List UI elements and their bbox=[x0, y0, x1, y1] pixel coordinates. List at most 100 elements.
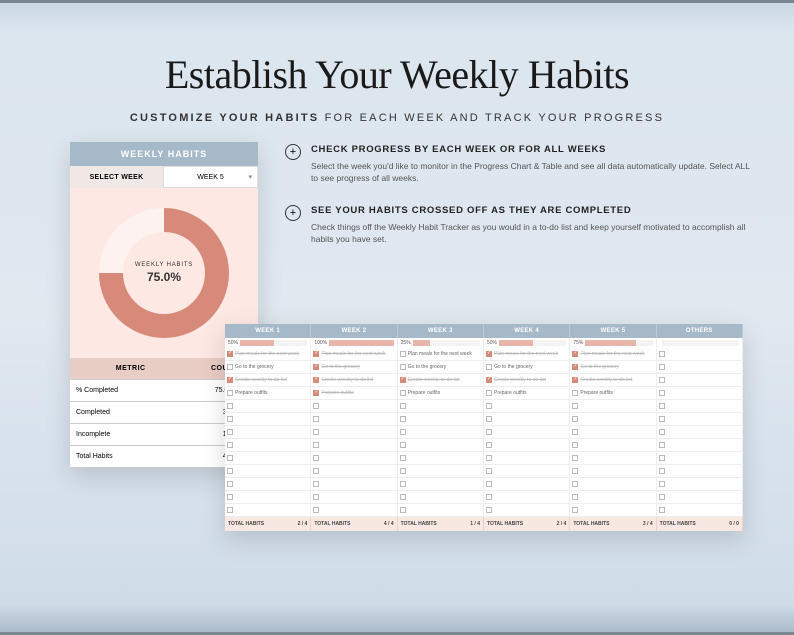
habit-cell[interactable]: Plan meals for the next week bbox=[484, 348, 570, 361]
empty-cell[interactable] bbox=[570, 400, 656, 413]
checkbox-icon[interactable] bbox=[227, 377, 233, 383]
empty-cell[interactable] bbox=[225, 439, 311, 452]
empty-cell[interactable] bbox=[484, 426, 570, 439]
empty-cell[interactable] bbox=[311, 426, 397, 439]
habit-cell[interactable] bbox=[657, 387, 743, 400]
empty-cell[interactable] bbox=[225, 400, 311, 413]
checkbox-icon[interactable] bbox=[486, 468, 492, 474]
habit-cell[interactable]: Go to the grocery bbox=[225, 361, 311, 374]
habit-cell[interactable]: Plan meals for the next week bbox=[398, 348, 484, 361]
empty-cell[interactable] bbox=[311, 452, 397, 465]
checkbox-icon[interactable] bbox=[227, 364, 233, 370]
checkbox-icon[interactable] bbox=[400, 351, 406, 357]
empty-cell[interactable] bbox=[225, 491, 311, 504]
checkbox-icon[interactable] bbox=[227, 455, 233, 461]
checkbox-icon[interactable] bbox=[400, 364, 406, 370]
checkbox-icon[interactable] bbox=[313, 364, 319, 370]
empty-cell[interactable] bbox=[398, 400, 484, 413]
checkbox-icon[interactable] bbox=[400, 403, 406, 409]
checkbox-icon[interactable] bbox=[486, 377, 492, 383]
checkbox-icon[interactable] bbox=[313, 468, 319, 474]
checkbox-icon[interactable] bbox=[572, 468, 578, 474]
checkbox-icon[interactable] bbox=[227, 481, 233, 487]
checkbox-icon[interactable] bbox=[486, 364, 492, 370]
checkbox-icon[interactable] bbox=[572, 403, 578, 409]
checkbox-icon[interactable] bbox=[227, 351, 233, 357]
checkbox-icon[interactable] bbox=[227, 494, 233, 500]
empty-cell[interactable] bbox=[570, 478, 656, 491]
habit-cell[interactable]: Go to the grocery bbox=[484, 361, 570, 374]
week-dropdown[interactable]: WEEK 5 bbox=[163, 166, 258, 188]
checkbox-icon[interactable] bbox=[486, 390, 492, 396]
empty-cell[interactable] bbox=[311, 465, 397, 478]
checkbox-icon[interactable] bbox=[659, 468, 665, 474]
empty-cell[interactable] bbox=[311, 478, 397, 491]
checkbox-icon[interactable] bbox=[313, 429, 319, 435]
checkbox-icon[interactable] bbox=[659, 429, 665, 435]
empty-cell[interactable] bbox=[484, 504, 570, 517]
checkbox-icon[interactable] bbox=[313, 481, 319, 487]
checkbox-icon[interactable] bbox=[659, 481, 665, 487]
empty-cell[interactable] bbox=[657, 478, 743, 491]
checkbox-icon[interactable] bbox=[572, 377, 578, 383]
empty-cell[interactable] bbox=[484, 439, 570, 452]
checkbox-icon[interactable] bbox=[227, 390, 233, 396]
empty-cell[interactable] bbox=[484, 465, 570, 478]
habit-cell[interactable]: Create weekly to-do list bbox=[570, 374, 656, 387]
checkbox-icon[interactable] bbox=[313, 377, 319, 383]
empty-cell[interactable] bbox=[570, 452, 656, 465]
habit-cell[interactable]: Plan meals for the next week bbox=[570, 348, 656, 361]
checkbox-icon[interactable] bbox=[486, 455, 492, 461]
empty-cell[interactable] bbox=[570, 465, 656, 478]
empty-cell[interactable] bbox=[398, 452, 484, 465]
empty-cell[interactable] bbox=[311, 400, 397, 413]
empty-cell[interactable] bbox=[484, 491, 570, 504]
empty-cell[interactable] bbox=[225, 413, 311, 426]
checkbox-icon[interactable] bbox=[572, 455, 578, 461]
checkbox-icon[interactable] bbox=[572, 429, 578, 435]
checkbox-icon[interactable] bbox=[572, 416, 578, 422]
checkbox-icon[interactable] bbox=[572, 351, 578, 357]
habit-cell[interactable]: Go to the grocery bbox=[570, 361, 656, 374]
empty-cell[interactable] bbox=[570, 413, 656, 426]
habit-cell[interactable] bbox=[657, 348, 743, 361]
empty-cell[interactable] bbox=[225, 465, 311, 478]
empty-cell[interactable] bbox=[398, 478, 484, 491]
empty-cell[interactable] bbox=[398, 465, 484, 478]
checkbox-icon[interactable] bbox=[486, 429, 492, 435]
checkbox-icon[interactable] bbox=[486, 416, 492, 422]
checkbox-icon[interactable] bbox=[227, 403, 233, 409]
empty-cell[interactable] bbox=[398, 426, 484, 439]
checkbox-icon[interactable] bbox=[572, 507, 578, 513]
empty-cell[interactable] bbox=[398, 439, 484, 452]
habit-cell[interactable]: Go to the grocery bbox=[311, 361, 397, 374]
empty-cell[interactable] bbox=[225, 426, 311, 439]
checkbox-icon[interactable] bbox=[227, 507, 233, 513]
checkbox-icon[interactable] bbox=[400, 429, 406, 435]
checkbox-icon[interactable] bbox=[400, 442, 406, 448]
empty-cell[interactable] bbox=[484, 400, 570, 413]
checkbox-icon[interactable] bbox=[659, 390, 665, 396]
habit-cell[interactable]: Create weekly to-do list bbox=[484, 374, 570, 387]
empty-cell[interactable] bbox=[225, 452, 311, 465]
checkbox-icon[interactable] bbox=[313, 390, 319, 396]
empty-cell[interactable] bbox=[225, 478, 311, 491]
empty-cell[interactable] bbox=[311, 491, 397, 504]
habit-cell[interactable]: Create weekly to-do list bbox=[311, 374, 397, 387]
empty-cell[interactable] bbox=[657, 413, 743, 426]
empty-cell[interactable] bbox=[311, 439, 397, 452]
checkbox-icon[interactable] bbox=[659, 351, 665, 357]
checkbox-icon[interactable] bbox=[486, 403, 492, 409]
checkbox-icon[interactable] bbox=[659, 416, 665, 422]
checkbox-icon[interactable] bbox=[659, 364, 665, 370]
checkbox-icon[interactable] bbox=[227, 442, 233, 448]
checkbox-icon[interactable] bbox=[400, 455, 406, 461]
checkbox-icon[interactable] bbox=[659, 455, 665, 461]
checkbox-icon[interactable] bbox=[486, 351, 492, 357]
habit-cell[interactable]: Prepare outfits bbox=[225, 387, 311, 400]
checkbox-icon[interactable] bbox=[313, 494, 319, 500]
empty-cell[interactable] bbox=[398, 504, 484, 517]
habit-cell[interactable] bbox=[657, 361, 743, 374]
empty-cell[interactable] bbox=[657, 426, 743, 439]
checkbox-icon[interactable] bbox=[659, 507, 665, 513]
